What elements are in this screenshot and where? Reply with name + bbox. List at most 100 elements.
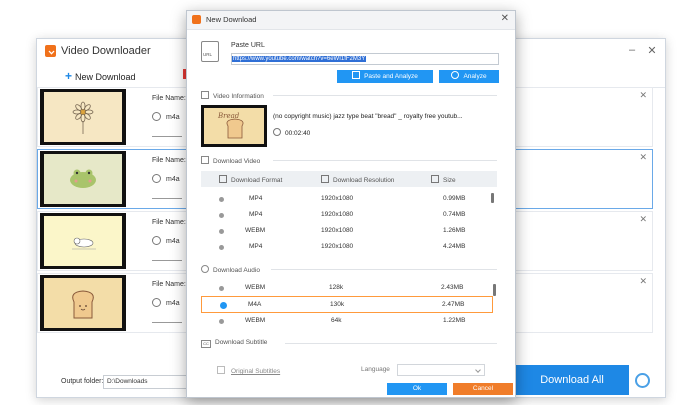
analyze-label: Analyze [463, 73, 487, 80]
row-format: MP4 [249, 243, 263, 250]
checked-radio-icon[interactable] [220, 302, 227, 309]
video-format-row[interactable]: MP4 1920x1080 0.99MB [201, 191, 491, 207]
bread-illustration [72, 290, 94, 319]
app-logo-icon [45, 45, 56, 57]
audio-format-row[interactable]: WEBM 128k 2.43MB [201, 280, 491, 296]
radio-button[interactable] [219, 229, 224, 234]
url-icon: URL [201, 41, 219, 62]
row-format: MP4 [249, 211, 263, 218]
row-size: 1.22MB [443, 317, 466, 324]
url-icon-text: URL [203, 52, 213, 57]
output-folder-field[interactable]: D:\Downloads [103, 375, 188, 389]
search-icon [451, 71, 460, 79]
cancel-button[interactable]: Cancel [453, 383, 513, 395]
remove-row-icon[interactable]: ✕ [639, 214, 647, 225]
audio-format-row[interactable]: WEBM 64k 1.22MB [201, 313, 491, 329]
progress-line [152, 322, 182, 323]
original-subtitles-checkbox[interactable]: Original Subtitles [217, 366, 280, 375]
size-icon [431, 175, 439, 183]
language-select[interactable] [397, 364, 485, 376]
row-size: 0.74MB [443, 211, 466, 218]
audio-format-row-selected[interactable]: M4A 130k 2.47MB [201, 296, 493, 313]
video-icon [201, 156, 209, 164]
format-value: m4a [166, 114, 180, 121]
format-select[interactable]: m4a [152, 236, 180, 245]
cc-icon: CC [201, 340, 211, 348]
paste-url-label: Paste URL [231, 42, 265, 49]
new-download-dialog: New Download ✕ URL Paste URL https://www… [186, 10, 516, 398]
audio-scrollbar[interactable] [493, 284, 496, 296]
frog-illustration [70, 169, 96, 188]
format-select[interactable]: m4a [152, 298, 180, 307]
radio-button[interactable] [219, 245, 224, 250]
row-size: 0.99MB [443, 195, 466, 202]
header-size-label: Size [443, 177, 456, 184]
radio-button[interactable] [219, 286, 224, 291]
audio-format-icon [152, 298, 161, 307]
checkbox[interactable] [217, 366, 225, 374]
divider [271, 269, 497, 270]
row-resolution: 1920x1080 [321, 243, 354, 250]
dialog-logo-icon [192, 15, 201, 24]
row-size: 1.26MB [443, 227, 466, 234]
progress-line [152, 260, 182, 261]
format-value: m4a [166, 300, 180, 307]
row-size: 4.24MB [443, 243, 466, 250]
radio-button[interactable] [219, 319, 224, 324]
resolution-icon [321, 175, 329, 183]
row-format: MP4 [249, 195, 263, 202]
radio-button[interactable] [219, 213, 224, 218]
video-thumbnail: Bread [201, 105, 267, 147]
format-select[interactable]: m4a [152, 174, 180, 183]
remove-row-icon[interactable]: ✕ [639, 152, 647, 163]
video-thumbnail [40, 213, 126, 269]
download-all-button[interactable]: Download All [515, 365, 629, 395]
close-icon[interactable]: ✕ [645, 44, 659, 57]
format-select[interactable]: m4a [152, 112, 180, 121]
video-information-label: Video Information [213, 93, 264, 100]
progress-line [152, 198, 182, 199]
minimize-icon[interactable]: – [625, 44, 639, 56]
row-bitrate: 130k [330, 301, 345, 308]
format-value: m4a [166, 176, 180, 183]
video-format-row[interactable]: WEBM 1920x1080 1.26MB [201, 223, 491, 239]
alarm-clock-icon[interactable] [635, 373, 650, 388]
info-icon [201, 91, 209, 99]
url-input[interactable]: https://www.youtube.com/watch?v=6eWI1fF2… [231, 53, 499, 65]
music-icon [201, 265, 209, 273]
dialog-close-icon[interactable]: ✕ [501, 13, 509, 24]
header-format: Download Format [219, 175, 282, 184]
video-scrollbar[interactable] [491, 193, 494, 203]
language-label: Language [361, 366, 390, 373]
file-name-label: File Name: [152, 219, 186, 226]
app-title: Video Downloader [61, 45, 151, 57]
header-resolution-label: Download Resolution [333, 177, 395, 184]
audio-format-icon [152, 112, 161, 121]
download-video-header: Download Video [201, 156, 260, 165]
new-download-button[interactable]: + New Download [65, 69, 136, 83]
video-format-row[interactable]: MP4 1920x1080 0.74MB [201, 207, 491, 223]
download-audio-label: Download Audio [213, 267, 260, 274]
video-thumbnail [40, 89, 126, 145]
analyze-button[interactable]: Analyze [439, 70, 499, 83]
paste-icon [352, 71, 361, 79]
new-download-label: New Download [75, 72, 136, 82]
remove-row-icon[interactable]: ✕ [639, 90, 647, 101]
video-duration: 00:02:40 [273, 128, 310, 137]
video-title: (no copyright music) jazz type beat "bre… [273, 113, 463, 120]
paste-and-analyze-button[interactable]: Paste and Analyze [337, 70, 433, 83]
file-name-label: File Name: [152, 95, 186, 102]
header-size: Size [431, 175, 456, 184]
header-resolution: Download Resolution [321, 175, 394, 184]
video-format-row[interactable]: MP4 1920x1080 4.24MB [201, 239, 491, 255]
row-format: WEBM [245, 317, 266, 324]
video-thumbnail [40, 151, 126, 207]
divider [285, 343, 497, 344]
ok-button[interactable]: Ok [387, 383, 447, 395]
paste-and-analyze-label: Paste and Analyze [364, 73, 418, 80]
format-icon [219, 175, 227, 183]
download-audio-header: Download Audio [201, 265, 260, 274]
radio-button[interactable] [219, 197, 224, 202]
remove-row-icon[interactable]: ✕ [639, 276, 647, 287]
dog-illustration [72, 237, 96, 250]
